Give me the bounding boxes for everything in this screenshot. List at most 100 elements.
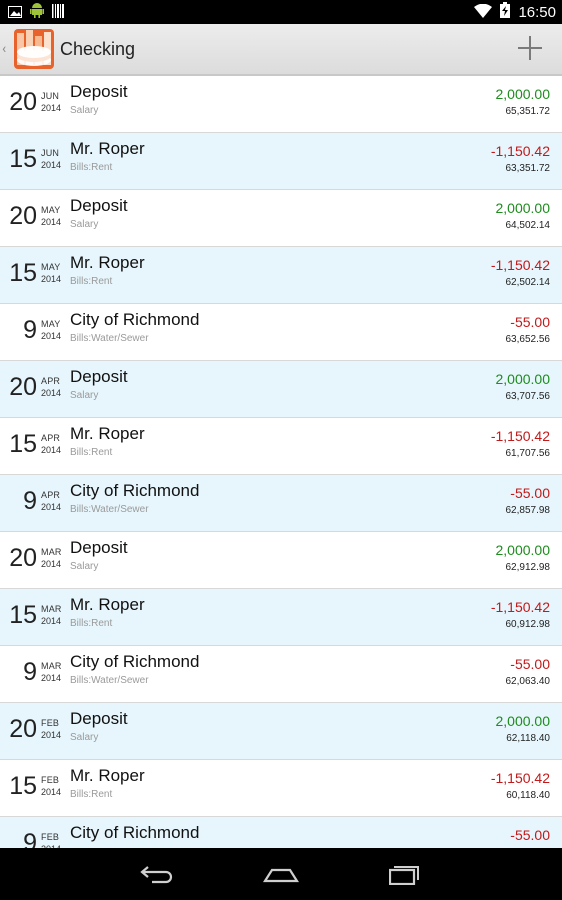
transaction-payee: City of Richmond [70, 823, 200, 842]
transaction-balance: 63,652.56 [505, 334, 551, 345]
transaction-month: APR [41, 376, 61, 386]
action-bar: ‹ Checking [0, 24, 562, 76]
transaction-payee: Mr. Roper [70, 139, 145, 158]
transaction-month: APR [41, 490, 61, 500]
transaction-amount: -1,150.42 [490, 143, 550, 159]
transaction-category: Bills:Rent [70, 276, 113, 287]
transaction-payee: City of Richmond [70, 652, 200, 671]
transaction-day: 15 [9, 145, 37, 173]
transaction-payee: Deposit [70, 196, 128, 215]
transaction-amount: -1,150.42 [490, 770, 550, 786]
transaction-row[interactable]: 9 MAR 2014 City of Richmond Bills:Water/Sewe… [0, 646, 562, 703]
transaction-row[interactable]: 15 MAY 2014 Mr. Roper Bills:Rent -1,150.42 62,… [0, 247, 562, 304]
transaction-balance: 62,118.40 [506, 733, 550, 744]
transaction-category: Salary [70, 390, 99, 401]
transaction-balance: 62,857.98 [505, 505, 551, 516]
transaction-day: 15 [9, 430, 37, 458]
status-bar: 16:50 [0, 0, 562, 24]
transaction-year: 2014 [41, 388, 62, 398]
transaction-amount: 2,000.00 [495, 713, 551, 729]
transaction-day: 20 [9, 544, 37, 572]
transaction-amount: 2,000.00 [495, 371, 551, 387]
transaction-row[interactable]: 15 MAR 2014 Mr. Roper Bills:Rent -1,150.42 60,… [0, 589, 562, 646]
transaction-row[interactable]: 9 APR 2014 City of Richmond Bills:Water/Sewe… [0, 475, 562, 532]
transaction-row[interactable]: 15 FEB 2014 Mr. Roper Bills:Rent -1,150.42 60,… [0, 760, 562, 817]
transaction-amount: -1,150.42 [490, 428, 550, 444]
transaction-row[interactable]: 20 MAR 2014 Deposit Salary 2,000.00 62,912.98 [0, 532, 562, 589]
transaction-payee: Mr. Roper [70, 766, 145, 785]
transaction-month: MAY [41, 262, 61, 272]
transaction-amount: -1,150.42 [490, 257, 550, 273]
transaction-day: 9 [23, 487, 37, 515]
transaction-payee: Mr. Roper [70, 595, 145, 614]
transaction-balance: 62,912.98 [505, 562, 551, 573]
transaction-category: Salary [70, 732, 99, 743]
transaction-row[interactable]: 15 APR 2014 Mr. Roper Bills:Rent -1,150.42 61,… [0, 418, 562, 475]
battery-charging-icon [500, 2, 511, 22]
transaction-row[interactable]: 20 FEB 2014 Deposit Salary 2,000.00 62,118.40 [0, 703, 562, 760]
transaction-amount: 2,000.00 [495, 200, 551, 216]
transaction-amount: -55.00 [510, 656, 550, 672]
transaction-balance: 64,502.14 [505, 220, 551, 231]
transaction-month: JUN [41, 91, 60, 101]
transaction-day: 9 [23, 829, 37, 848]
transaction-category: Salary [70, 561, 99, 572]
transaction-month: MAR [41, 661, 62, 671]
transaction-payee: Deposit [70, 367, 128, 386]
plus-icon [517, 35, 543, 65]
transaction-balance: 63,707.56 [505, 391, 551, 402]
transaction-row[interactable]: 20 MAY 2014 Deposit Salary 2,000.00 64,502.14 [0, 190, 562, 247]
transaction-category: Bills:Water/Sewer [70, 504, 149, 515]
transaction-year: 2014 [41, 673, 62, 683]
transaction-amount: 2,000.00 [495, 86, 551, 102]
transaction-category: Bills:Rent [70, 789, 113, 800]
transaction-year: 2014 [41, 616, 62, 626]
home-icon[interactable] [259, 859, 303, 889]
transaction-payee: Deposit [70, 709, 128, 728]
transaction-year: 2014 [41, 502, 62, 512]
transaction-month: MAY [41, 205, 61, 215]
transaction-row[interactable]: 15 JUN 2014 Mr. Roper Bills:Rent -1,150.42 63,… [0, 133, 562, 190]
transaction-year: 2014 [41, 217, 62, 227]
transaction-day: 9 [23, 658, 37, 686]
transaction-month: MAY [41, 319, 61, 329]
transaction-amount: -55.00 [510, 314, 550, 330]
transaction-year: 2014 [41, 445, 62, 455]
transaction-payee: Mr. Roper [70, 424, 145, 443]
page-title: Checking [60, 38, 136, 59]
transaction-category: Bills:Water/Sewer [70, 675, 149, 686]
transaction-balance: 62,063.40 [505, 676, 551, 687]
transaction-category: Bills:Water/Sewer [70, 333, 149, 344]
transaction-year: 2014 [41, 331, 62, 341]
transaction-amount: -1,150.42 [490, 599, 550, 615]
transaction-list[interactable]: 20 JUN 2014 Deposit Salary 2,000.00 65,351.72 1… [0, 76, 562, 848]
transaction-category: Bills:Rent [70, 618, 113, 629]
coins-app-icon[interactable] [12, 27, 56, 71]
recent-apps-icon[interactable] [383, 859, 427, 889]
transaction-month: FEB [41, 832, 60, 842]
transaction-year: 2014 [41, 160, 62, 170]
image-icon [8, 3, 22, 22]
transaction-year: 2014 [41, 787, 62, 797]
transaction-year: 2014 [41, 730, 62, 740]
transaction-year: 2014 [41, 274, 62, 284]
transaction-row[interactable]: 9 MAY 2014 City of Richmond Bills:Water/Sewe… [0, 304, 562, 361]
transaction-category: Salary [70, 105, 99, 116]
barcode-icon [52, 3, 64, 22]
transaction-day: 15 [9, 259, 37, 287]
transaction-payee: Mr. Roper [70, 253, 145, 272]
transaction-category: Bills:Rent [70, 447, 113, 458]
add-transaction-button[interactable] [512, 32, 548, 68]
transaction-row[interactable]: 20 JUN 2014 Deposit Salary 2,000.00 65,351.72 [0, 76, 562, 133]
back-icon[interactable] [135, 859, 179, 889]
transaction-balance: 60,118.40 [506, 790, 550, 801]
transaction-month: JUN [41, 148, 60, 158]
status-time: 16:50 [518, 3, 556, 21]
chevron-left-icon[interactable]: ‹ [2, 41, 12, 57]
navigation-bar [0, 848, 562, 900]
transaction-row[interactable]: 9FEB2014City of Richmond-55.00 [0, 817, 562, 848]
transaction-balance: 63,351.72 [505, 163, 551, 174]
wifi-icon [474, 3, 493, 22]
transaction-category: Salary [70, 219, 99, 230]
transaction-row[interactable]: 20 APR 2014 Deposit Salary 2,000.00 63,707.56 [0, 361, 562, 418]
